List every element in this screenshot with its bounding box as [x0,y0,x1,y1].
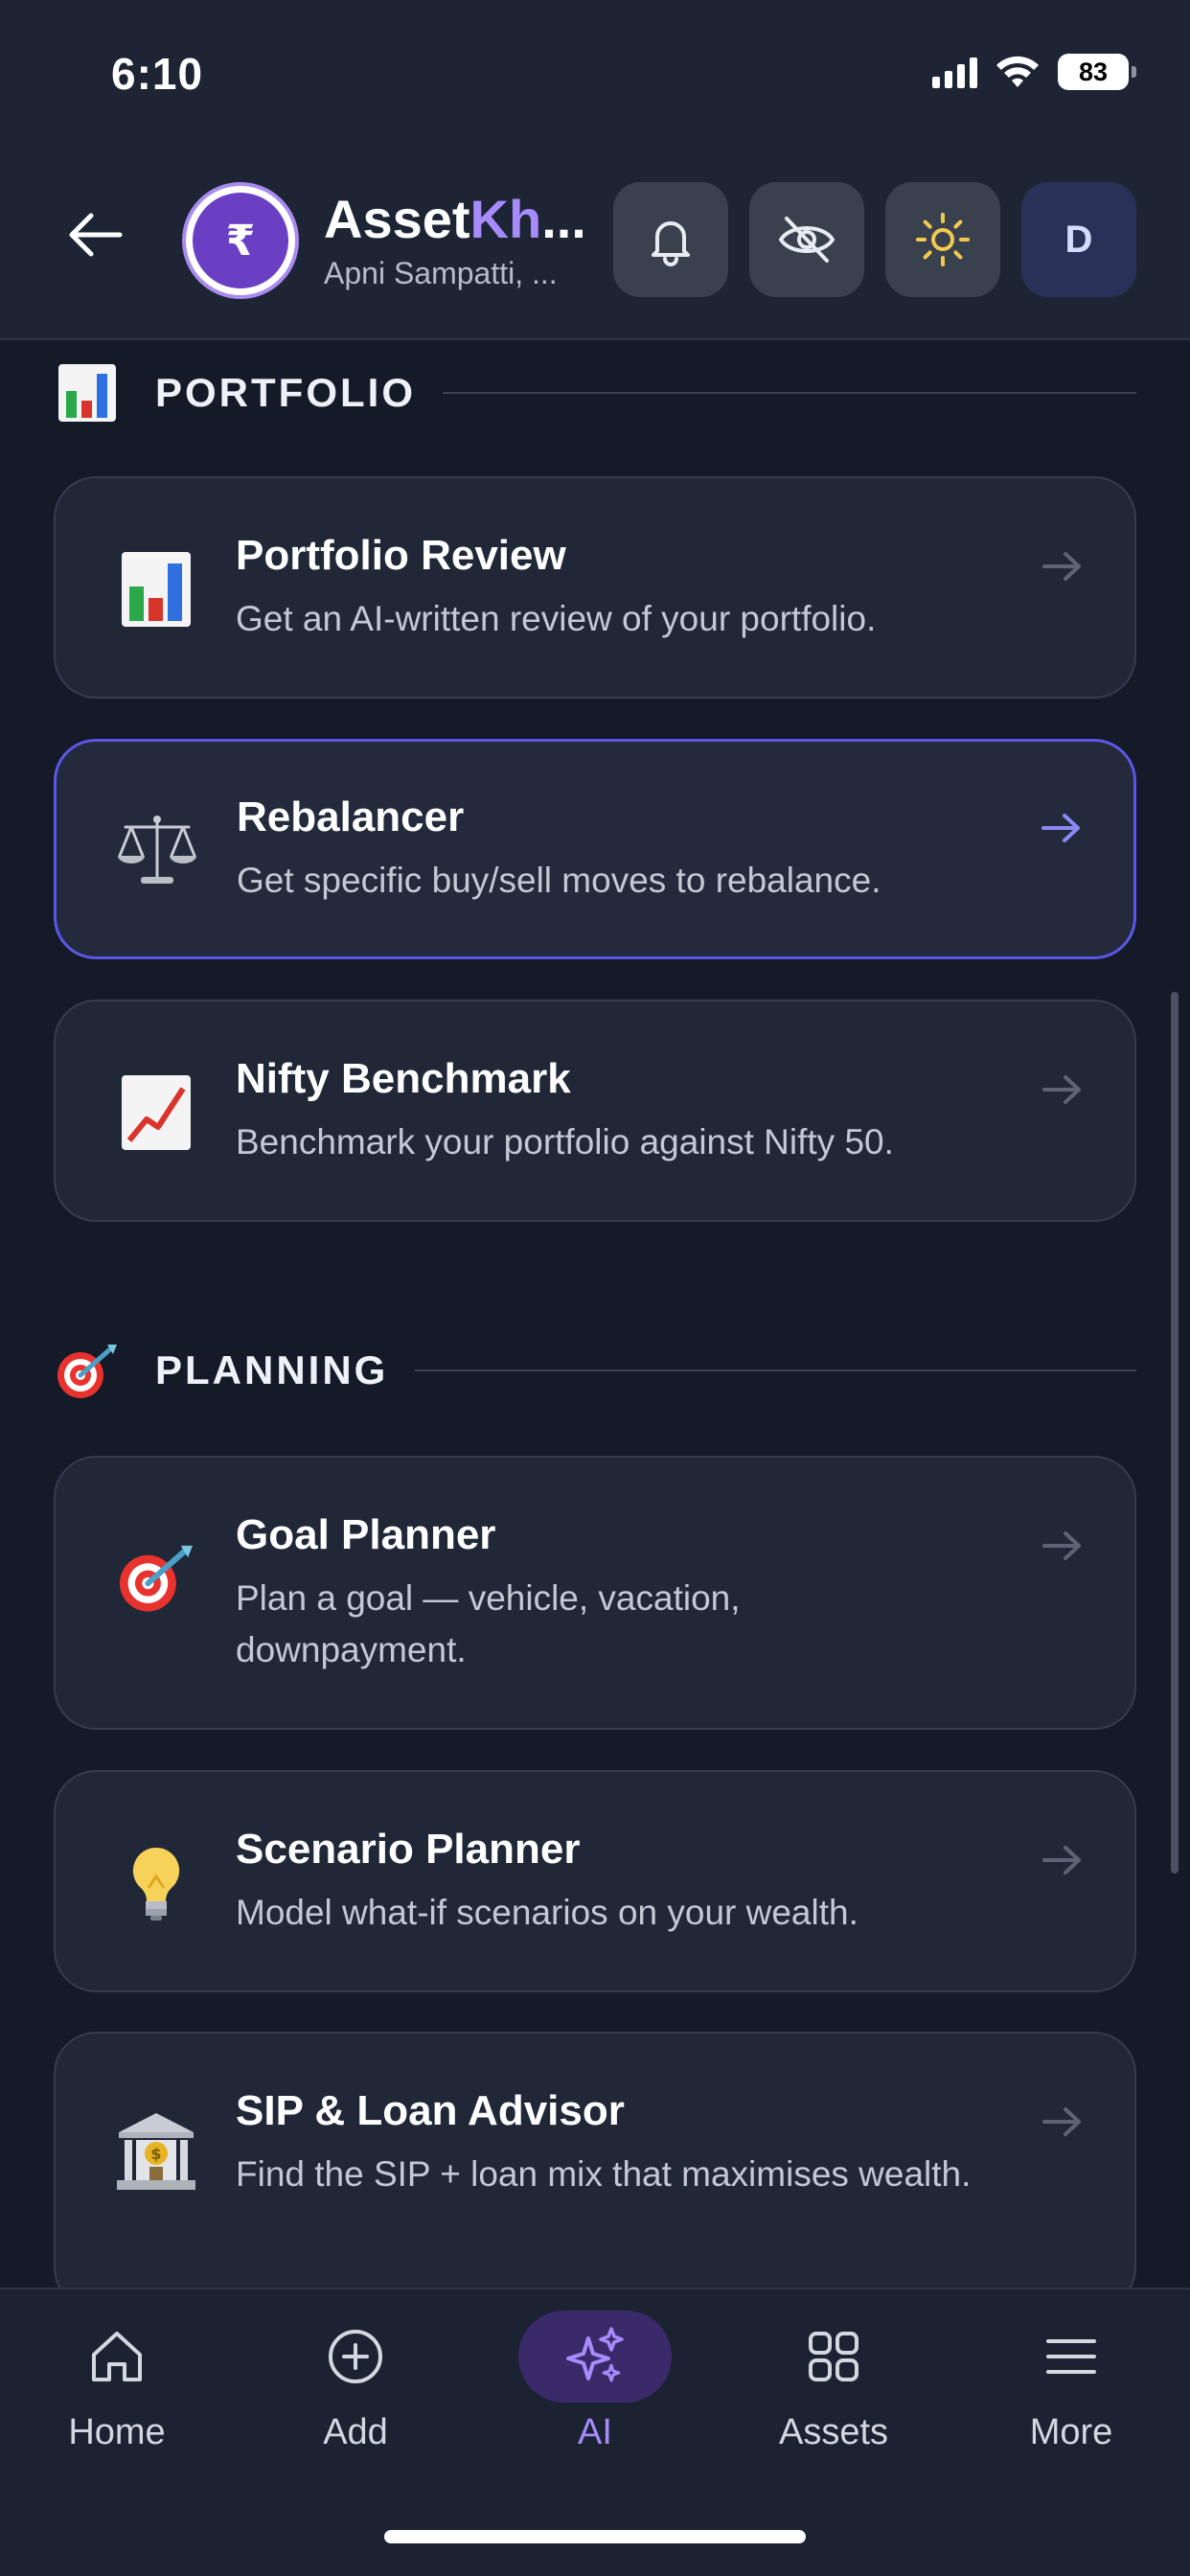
nav-label: More [1029,2412,1113,2452]
brand-title-ellipsis: ... [541,189,586,249]
logo-mark: ₹ [193,193,288,288]
brand-title: AssetKh... [324,188,611,250]
section-header-planning: PLANNING [54,1337,1136,1404]
card-title: Portfolio Review [236,532,566,579]
theme-toggle-button[interactable] [885,182,1000,297]
card-rebalancer[interactable]: Rebalancer Get specific buy/sell moves t… [54,739,1136,959]
card-description: Get specific buy/sell moves to rebalance… [237,861,881,900]
app-root: 6:10 83 ₹ AssetKh... Apni Sampatti, ... [0,0,1190,2576]
light-bulb-icon [113,1840,199,1926]
app-logo: ₹ [182,182,299,299]
battery-indicator: 83 [1058,54,1136,90]
notifications-button[interactable] [613,182,728,297]
wifi-icon [996,56,1039,87]
balance-scale-icon [114,807,200,893]
target-dart-icon [113,1534,199,1621]
arrow-right-icon [1042,1075,1081,1104]
card-title: Scenario Planner [236,1826,581,1873]
card-nifty-benchmark[interactable]: Nifty Benchmark Benchmark your portfolio… [54,1000,1136,1222]
eye-off-icon [778,217,835,263]
section-divider [415,1369,1136,1371]
nav-assets[interactable]: Assets [738,2311,929,2473]
arrow-left-icon [69,213,123,257]
card-scenario-planner[interactable]: Scenario Planner Model what-if scenarios… [54,1770,1136,1992]
bank-icon: $ [113,2108,199,2195]
bell-icon [652,221,690,266]
hide-values-button[interactable] [749,182,864,297]
arrow-right-icon [1042,2107,1081,2136]
arrow-right-icon [1042,1531,1081,1560]
card-description: Find the SIP + loan mix that maximises w… [236,2154,972,2194]
section-title-portfolio: PORTFOLIO [155,370,416,415]
cellular-signal-icon [932,56,977,88]
nav-ai[interactable]: AI [499,2311,691,2473]
card-title: Goal Planner [236,1511,496,1558]
scrollbar[interactable] [1171,992,1179,1874]
sparkles-icon [518,2311,672,2403]
svg-text:$: $ [150,2145,161,2163]
section-divider [443,392,1136,394]
arrow-right-icon [1042,552,1081,581]
plus-circle-icon [279,2311,432,2403]
card-goal-planner[interactable]: Goal Planner Plan a goal — vehicle, vaca… [54,1456,1136,1730]
status-time: 6:10 [111,49,204,99]
card-description: Model what-if scenarios on your wealth. [236,1893,858,1932]
home-icon [40,2311,194,2403]
home-indicator[interactable] [384,2530,806,2543]
app-header: ₹ AssetKh... Apni Sampatti, ... D [0,163,1190,340]
status-bar: 6:10 83 [0,0,1190,163]
card-description: Plan a goal — vehicle, vacation, downpay… [236,1578,741,1669]
brand-block: AssetKh... Apni Sampatti, ... [324,188,611,291]
card-title: Nifty Benchmark [236,1055,571,1102]
sun-icon [916,213,970,266]
back-button[interactable] [61,201,128,268]
brand-tagline: Apni Sampatti, ... [324,256,558,290]
nav-add[interactable]: Add [260,2311,451,2473]
nav-label: Assets [778,2412,889,2452]
status-icons: 83 [932,54,1136,90]
brand-title-part1: Asset [324,189,470,249]
grid-icon [757,2311,910,2403]
card-title: Rebalancer [237,794,465,840]
arrow-right-icon [1041,814,1080,842]
nav-label: AI [578,2412,612,2452]
arrow-right-icon [1042,1846,1081,1874]
section-title-planning: PLANNING [155,1347,389,1392]
nav-label: Add [323,2412,388,2452]
card-description: Get an AI-written review of your portfol… [236,599,877,638]
brand-title-part2: Kh [469,189,542,249]
target-dart-icon [54,1337,121,1404]
card-sip-loan-advisor[interactable]: $ SIP & Loan Advisor Find the SIP + loan… [54,2032,1136,2288]
bar-chart-icon [113,546,199,632]
nav-more[interactable]: More [975,2311,1167,2473]
bar-chart-icon [54,359,121,426]
section-header-portfolio: PORTFOLIO [54,359,1136,426]
menu-icon [995,2311,1148,2403]
profile-avatar-button[interactable]: D [1021,182,1136,297]
nav-home[interactable]: Home [21,2311,213,2473]
nav-label: Home [68,2412,166,2452]
trend-up-chart-icon [113,1070,199,1156]
card-title: SIP & Loan Advisor [236,2087,625,2134]
card-description: Benchmark your portfolio against Nifty 5… [236,1122,894,1162]
ai-tools-list[interactable]: PORTFOLIO Portfolio Review Get an AI-wri… [0,342,1190,2288]
card-portfolio-review[interactable]: Portfolio Review Get an AI-written revie… [54,476,1136,699]
